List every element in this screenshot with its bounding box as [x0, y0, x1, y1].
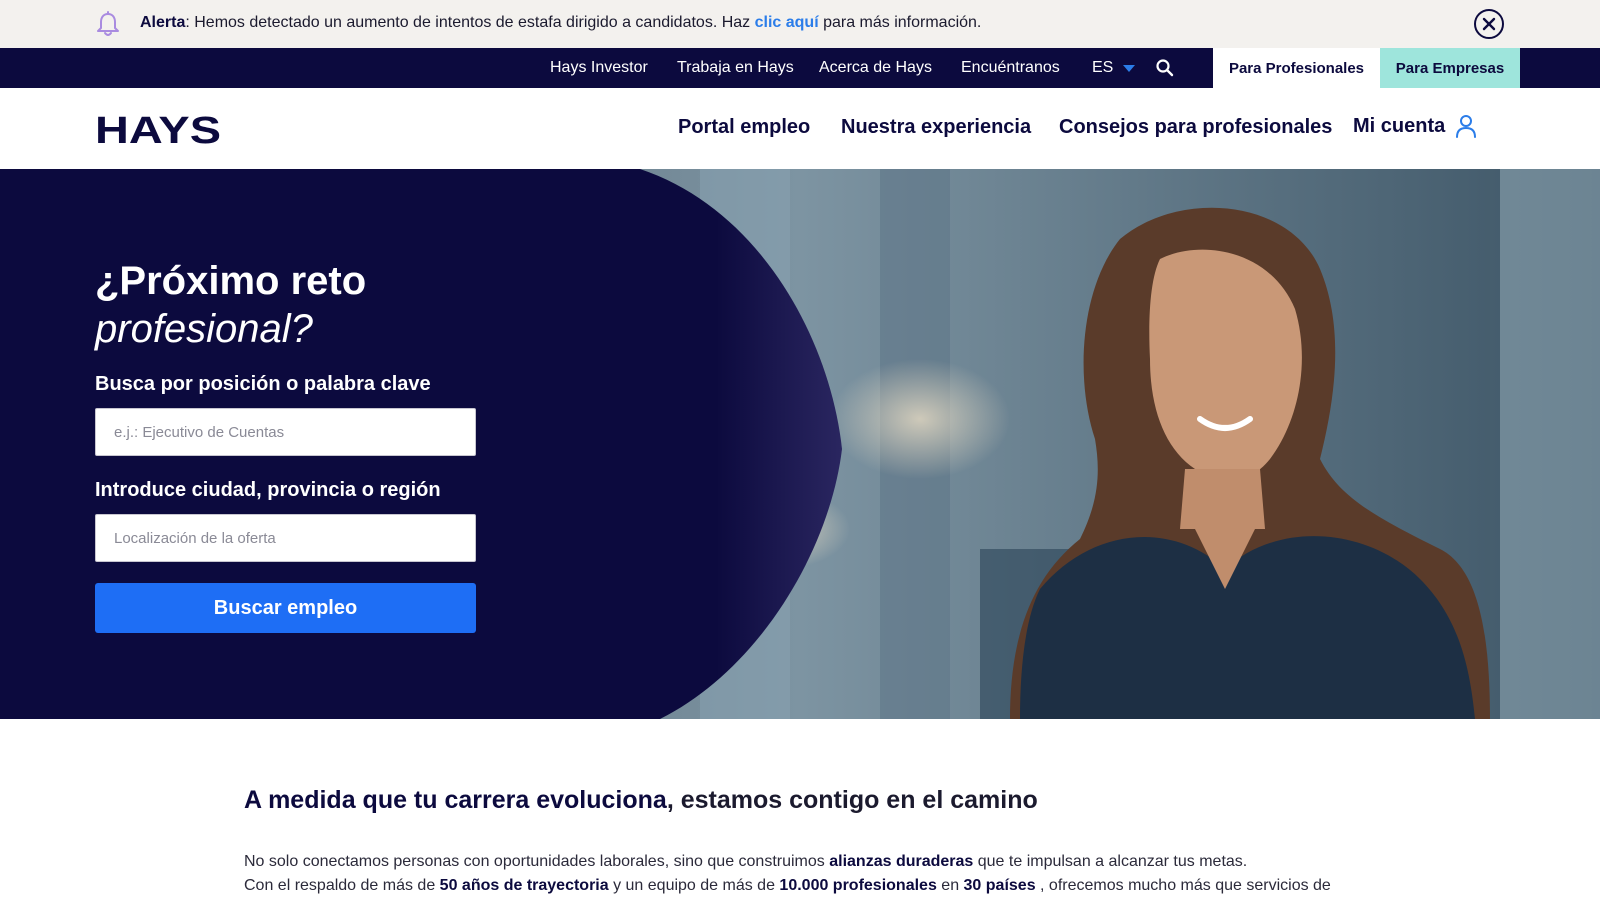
hero-title-line2: profesional? — [95, 307, 313, 351]
intro-heading-bold: A medida que tu carrera evoluciona — [244, 786, 667, 814]
hero-title: ¿Próximo reto profesional? — [95, 257, 366, 353]
keyword-input[interactable] — [95, 408, 476, 456]
my-account-link[interactable]: Mi cuenta — [1353, 114, 1477, 138]
nav-consejos-para-profesionales[interactable]: Consejos para profesionales — [1059, 116, 1332, 139]
intro-paragraph-1: No solo conectamos personas con oportuni… — [244, 853, 1247, 871]
top-link-hays-investor[interactable]: Hays Investor — [550, 59, 648, 77]
chevron-down-icon — [1123, 64, 1136, 72]
intro-p2-text-c: y un equipo de más de — [608, 877, 780, 894]
search-jobs-button[interactable]: Buscar empleo — [95, 583, 476, 633]
user-icon — [1456, 115, 1477, 138]
language-label: ES — [1092, 59, 1114, 76]
top-nav: Hays Investor Trabaja en Hays Acerca de … — [0, 48, 1600, 88]
language-selector[interactable]: ES — [1092, 59, 1136, 77]
location-label: Introduce ciudad, provincia o región — [95, 479, 441, 501]
intro-heading-rest: , estamos contigo en el camino — [666, 786, 1038, 814]
bell-icon — [97, 11, 119, 36]
alert-link[interactable]: clic aquí — [755, 14, 819, 31]
intro-p2-text-a: Con el respaldo de más de — [244, 877, 440, 894]
close-icon — [1482, 17, 1496, 31]
top-link-encuentranos[interactable]: Encuéntranos — [961, 59, 1060, 77]
intro-p1-text-c: que te impulsan a alcanzar tus metas. — [973, 853, 1248, 870]
nav-nuestra-experiencia[interactable]: Nuestra experiencia — [841, 116, 1031, 139]
hays-logo[interactable]: HAYS — [95, 112, 221, 145]
alert-close-button[interactable] — [1474, 9, 1504, 39]
alert-bar: Alerta: Hemos detectado un aumento de in… — [0, 0, 1600, 48]
hero-title-line1: ¿Próximo reto — [95, 259, 367, 303]
intro-p2-bold-years: 50 años de trayectoria — [439, 877, 609, 894]
top-link-acerca-de-hays[interactable]: Acerca de Hays — [819, 59, 932, 77]
alert-text-after: para más información. — [818, 14, 982, 31]
tab-para-empresas[interactable]: Para Empresas — [1380, 48, 1520, 88]
alert-message: Alerta: Hemos detectado un aumento de in… — [140, 14, 981, 32]
intro-paragraph-2: Con el respaldo de más de 50 años de tra… — [244, 877, 1331, 895]
intro-p1-text-a: No solo conectamos personas con oportuni… — [244, 853, 830, 870]
location-input[interactable] — [95, 514, 476, 562]
intro-p1-bold: alianzas duraderas — [829, 853, 974, 870]
search-icon[interactable] — [1155, 58, 1175, 78]
intro-p2-bold-countries: 30 países — [963, 877, 1036, 894]
intro-p2-text-g: , ofrecemos mucho más que servicios de — [1035, 877, 1331, 894]
intro-p2-text-e: en — [936, 877, 964, 894]
account-label: Mi cuenta — [1353, 114, 1446, 137]
alert-text-before: : Hemos detectado un aumento de intentos… — [185, 14, 755, 31]
alert-label: Alerta — [140, 14, 186, 31]
main-header: HAYS Portal empleo Nuestra experiencia C… — [0, 88, 1600, 169]
keyword-label: Busca por posición o palabra clave — [95, 373, 431, 395]
logo-text: HAYS — [95, 112, 221, 145]
tab-para-profesionales[interactable]: Para Profesionales — [1213, 48, 1380, 88]
intro-p2-bold-professionals: 10.000 profesionales — [779, 877, 937, 894]
intro-heading: A medida que tu carrera evoluciona, esta… — [244, 786, 1038, 815]
hero-section: ¿Próximo reto profesional? Busca por pos… — [0, 169, 1600, 719]
nav-portal-empleo[interactable]: Portal empleo — [678, 116, 810, 139]
top-link-trabaja-en-hays[interactable]: Trabaja en Hays — [677, 59, 794, 77]
